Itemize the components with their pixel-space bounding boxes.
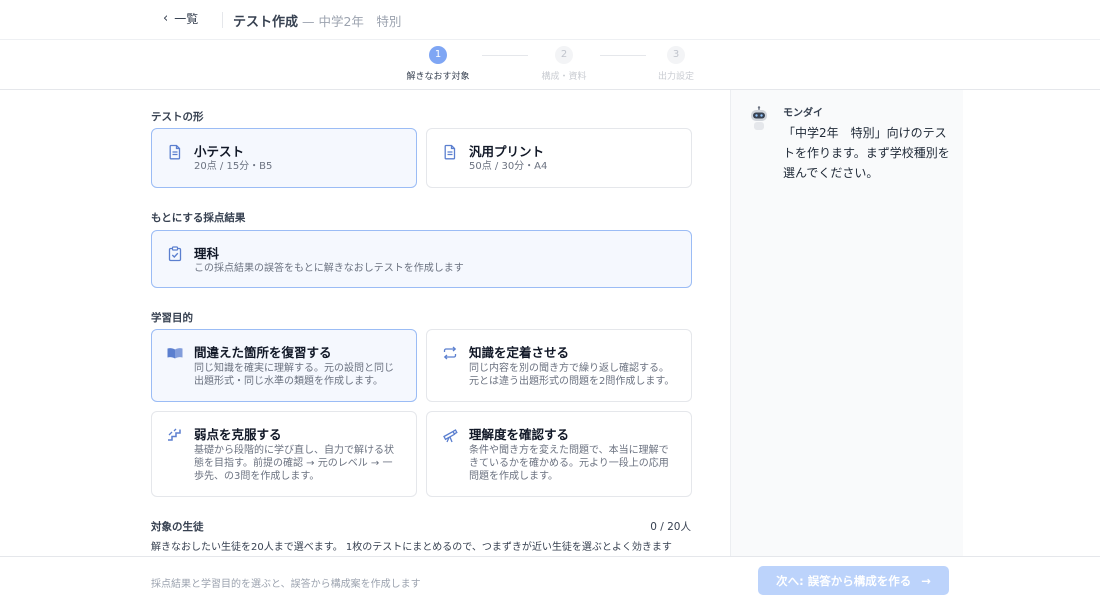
- option-desc: 条件や聞き方を変えた問題で、本当に理解できているかを確かめる。元より一段上の応用…: [469, 445, 669, 482]
- step-label: 解きなおす対象: [406, 72, 470, 82]
- step-number: 2: [555, 46, 573, 64]
- footer-bar: 採点結果と学習目的を選ぶと、誤答から構成案を作成します 次へ: 誤答から構成を作…: [0, 556, 1100, 604]
- telescope-icon: [443, 429, 458, 443]
- stepper: 1 解きなおす対象 2 構成・資料 3 出力設定: [0, 40, 1100, 90]
- assistant-message: 「中学2年 特別」向けのテストを作ります。まず学校種別を選んでください。: [783, 126, 950, 180]
- next-button-label: 次へ: 誤答から構成を作る: [776, 573, 912, 588]
- option-title: 間違えた箇所を復習する: [194, 345, 332, 360]
- clipboard-check-icon: [168, 246, 182, 262]
- arrow-right-icon: →: [921, 573, 931, 588]
- option-spec: 20点 / 15分・B5: [194, 161, 273, 172]
- step-number: 1: [429, 46, 447, 64]
- test-form-option-print[interactable]: 汎用プリント 50点 / 30分・A4: [426, 128, 692, 188]
- step-connector: [482, 55, 528, 56]
- purpose-option-review[interactable]: 間違えた箇所を復習する 同じ知識を確実に理解する。元の設問と同じ出題形式・同じ水…: [151, 329, 417, 402]
- option-title: 弱点を克服する: [194, 427, 282, 442]
- step-number: 3: [667, 46, 685, 64]
- divider: [222, 12, 223, 28]
- back-label: 一覧: [174, 12, 199, 26]
- step-label: 出力設定: [657, 72, 694, 82]
- purpose-label: 学習目的: [151, 312, 193, 324]
- assistant-name: モンダイ: [783, 108, 823, 119]
- step-label: 構成・資料: [541, 72, 587, 82]
- chevron-left-icon: ‹: [163, 11, 169, 26]
- source-desc: この採点結果の誤答をもとに解きなおしテストを作成します: [194, 263, 464, 274]
- book-icon: [167, 348, 183, 359]
- source-title: 理科: [194, 246, 220, 261]
- students-count: 0 / 20人: [650, 521, 691, 533]
- option-title: 理解度を確認する: [469, 427, 570, 442]
- source-option-science[interactable]: 理科 この採点結果の誤答をもとに解きなおしテストを作成します: [151, 230, 692, 288]
- source-label: もとにする採点結果: [151, 212, 246, 224]
- purpose-option-retain[interactable]: 知識を定着させる 同じ内容を別の聞き方で繰り返し確認する。元とは違う出題形式の問…: [426, 329, 692, 402]
- step-2[interactable]: 2 構成・資料: [524, 46, 604, 82]
- assistant-panel: モンダイ 「中学2年 特別」向けのテストを作ります。まず学校種別を選んでください…: [730, 90, 963, 556]
- students-label: 対象の生徒: [151, 521, 204, 533]
- option-title: 知識を定着させる: [469, 345, 570, 360]
- page-title: テスト作成: [233, 15, 299, 30]
- purpose-option-check[interactable]: 理解度を確認する 条件や聞き方を変えた問題で、本当に理解できているかを確かめる。…: [426, 411, 692, 497]
- option-desc: 同じ内容を別の聞き方で繰り返し確認する。元とは違う出題形式の問題を2問作成します…: [469, 363, 675, 387]
- document-icon: [444, 144, 456, 160]
- option-title: 汎用プリント: [469, 144, 545, 159]
- next-button[interactable]: 次へ: 誤答から構成を作る →: [758, 566, 949, 595]
- students-hint: 解きなおしたい生徒を20人まで選べます。 1枚のテストにまとめるので、つまずきが…: [151, 542, 672, 553]
- test-form-option-quiz[interactable]: 小テスト 20点 / 15分・B5: [151, 128, 417, 188]
- top-bar: ‹ 一覧 テスト作成 — 中学2年 特別: [0, 0, 1100, 40]
- step-1[interactable]: 1 解きなおす対象: [398, 46, 478, 82]
- option-spec: 50点 / 30分・A4: [469, 161, 548, 172]
- repeat-icon: [443, 346, 457, 360]
- step-connector: [600, 55, 646, 56]
- page-subtitle: — 中学2年 特別: [302, 14, 402, 29]
- stairs-icon: [168, 428, 181, 441]
- option-title: 小テスト: [194, 144, 245, 159]
- test-form-label: テストの形: [151, 111, 204, 123]
- option-desc: 同じ知識を確実に理解する。元の設問と同じ出題形式・同じ水準の類題を作成します。: [194, 363, 394, 387]
- back-link[interactable]: ‹ 一覧: [163, 10, 198, 27]
- step-3[interactable]: 3 出力設定: [636, 46, 716, 82]
- purpose-option-overcome[interactable]: 弱点を克服する 基礎から段階的に学び直し、自力で解ける状態を目指す。前提の確認 …: [151, 411, 417, 497]
- option-desc: 基礎から段階的に学び直し、自力で解ける状態を目指す。前提の確認 → 元のレベル …: [194, 445, 394, 482]
- footer-hint: 採点結果と学習目的を選ぶと、誤答から構成案を作成します: [151, 579, 421, 590]
- robot-icon: [751, 106, 767, 130]
- document-icon: [169, 144, 181, 160]
